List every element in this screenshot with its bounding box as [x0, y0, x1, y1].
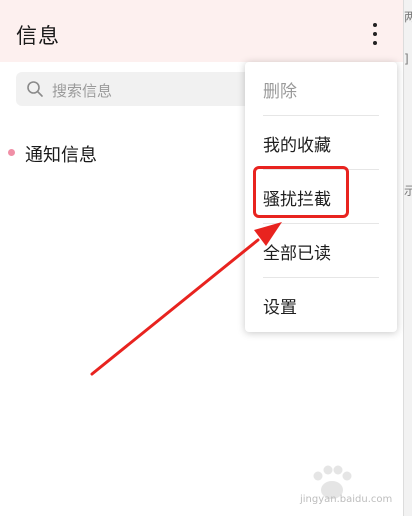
adjacent-window-edge: [403, 0, 412, 516]
menu-item-label: 全部已读: [263, 244, 331, 264]
page-title: 信息: [16, 24, 60, 48]
menu-item-label: 设置: [263, 298, 297, 318]
menu-item-label: 删除: [263, 82, 297, 102]
more-vertical-icon[interactable]: [364, 22, 386, 48]
watermark-url: jingyan.baidu.com: [300, 494, 393, 505]
top-app-bar: 信息: [0, 0, 403, 62]
menu-item-mark-all-read[interactable]: 全部已读: [245, 224, 397, 278]
menu-item-settings[interactable]: 设置: [245, 278, 397, 332]
edge-glyph: 两: [404, 10, 412, 24]
screen: 信息 两 ] 示 搜索信息 通知信息 删除 我的收藏 骚扰拦截 全部已读 设置 …: [0, 0, 412, 516]
menu-item-delete[interactable]: 删除: [245, 62, 397, 116]
search-input[interactable]: 搜索信息: [16, 72, 266, 106]
unread-dot: [8, 149, 15, 156]
edge-glyph: ]: [404, 52, 409, 66]
highlight-box: [253, 166, 349, 218]
menu-item-label: 我的收藏: [263, 136, 331, 156]
list-item-label: 通知信息: [25, 145, 97, 166]
search-icon: [27, 81, 43, 97]
menu-item-favorites[interactable]: 我的收藏: [245, 116, 397, 170]
list-item[interactable]: 通知信息: [8, 140, 228, 168]
search-placeholder: 搜索信息: [52, 82, 113, 100]
edge-glyph: 示: [404, 184, 412, 198]
